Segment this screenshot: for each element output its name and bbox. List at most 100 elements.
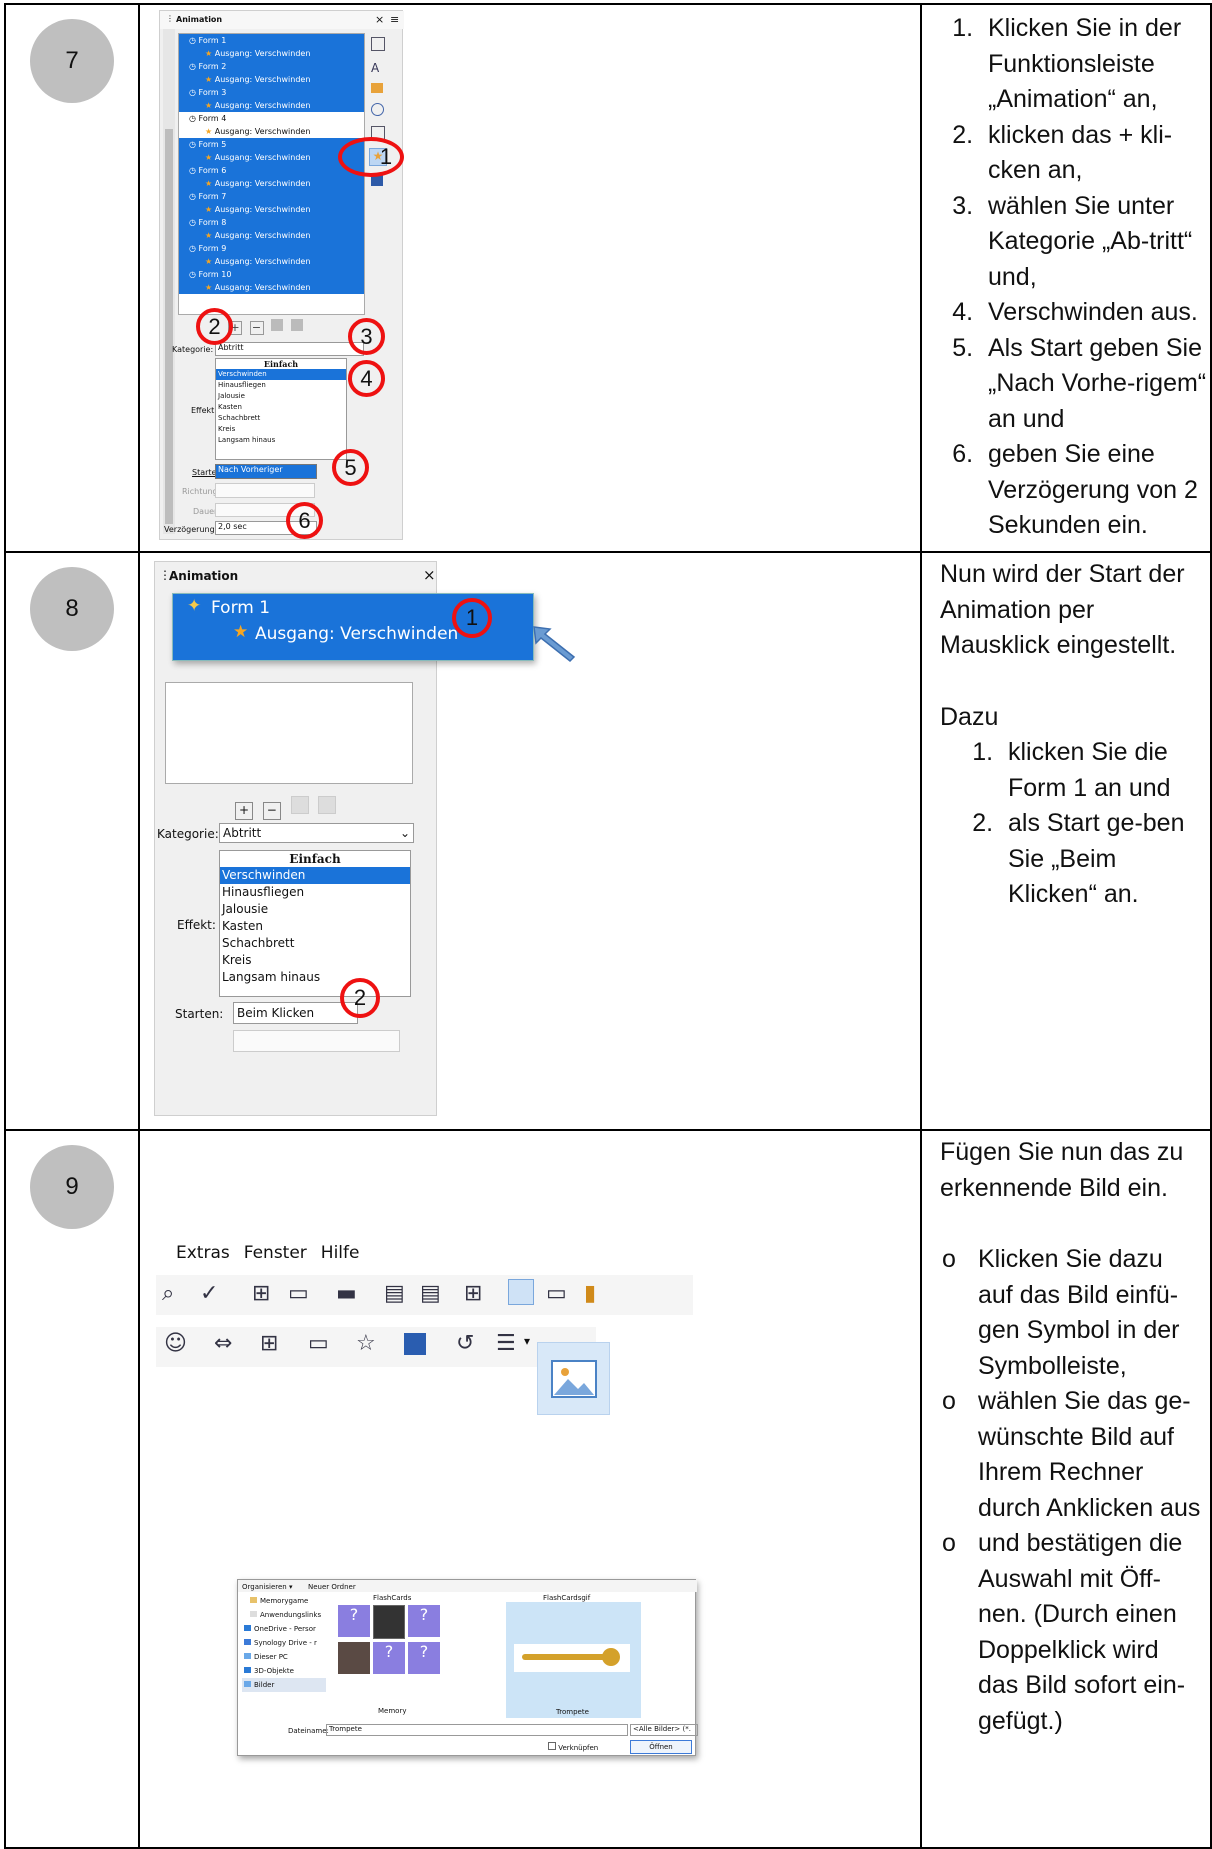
effekt-option[interactable]: Kasten [216,402,346,413]
folder-flashcards[interactable]: FlashCards [373,1594,411,1602]
starten-select[interactable]: Nach Vorheriger [215,464,317,479]
rotate-icon[interactable]: ↺ [456,1331,474,1356]
effekt-option[interactable]: Langsam hinaus [216,435,346,446]
effekt-option[interactable]: Schachbrett [220,935,410,952]
star-icon[interactable]: ☆ [356,1331,376,1356]
effekt-list[interactable]: Einfach Verschwinden Hinausfliegen Jalousi… [215,358,347,460]
insert-image-button-zoom[interactable] [537,1342,610,1415]
open-button[interactable]: Öffnen [630,1740,692,1754]
animation-list[interactable] [165,682,413,784]
animation-list-form[interactable]: ◷ Form 9 [179,242,364,255]
nav-item[interactable]: Dieser PC [242,1650,326,1664]
table-icon[interactable]: ⊞ [464,1281,482,1306]
new-folder-button[interactable]: Neuer Ordner [308,1583,356,1591]
effekt-option[interactable]: Verschwinden [216,369,346,380]
effekt-option[interactable]: Jalousie [216,391,346,402]
animation-list-form[interactable]: ◷ Form 1 [179,34,364,47]
link-checkbox[interactable]: Verknüpfen [548,1742,598,1752]
nav-item[interactable]: OneDrive - Persor [242,1622,326,1636]
effekt-option[interactable]: Kreis [216,424,346,435]
list-toolbar: + − [235,796,337,820]
callout-icon[interactable]: ▭ [308,1331,329,1356]
animation-list-effect[interactable]: ★ Ausgang: Verschwinden [179,47,364,60]
folder-flashcardsgif[interactable]: FlashCardsgif [543,1594,590,1602]
animation-list-form[interactable]: ◷ Form 6 [179,164,364,177]
effekt-option[interactable]: Schachbrett [216,413,346,424]
spelling-icon[interactable]: ✓ [200,1281,218,1306]
remove-effect-button[interactable]: − [262,802,281,820]
effekt-option[interactable]: Hinausfliegen [220,884,410,901]
animation-list[interactable]: ◷ Form 1 ★ Ausgang: Verschwinden ◷ Form 2 ★… [178,33,365,315]
nav-item[interactable]: Synology Drive - r [242,1636,326,1650]
scrollbar[interactable] [163,29,175,534]
effekt-option[interactable]: Kreis [220,952,410,969]
organize-button[interactable]: Organisieren ▾ [242,1583,292,1591]
animation-list-effect[interactable]: ★ Ausgang: Verschwinden [179,99,364,112]
effekt-option[interactable]: Kasten [220,918,410,935]
animation-list-form[interactable]: ◷ Form 3 [179,86,364,99]
smiley-icon[interactable]: ☺ [164,1331,187,1356]
effekt-option[interactable]: Hinausfliegen [216,380,346,391]
animation-list-effect[interactable]: ★ Ausgang: Verschwinden [179,255,364,268]
close-icon[interactable]: × [375,13,384,26]
kategorie-select[interactable]: Abtritt [215,342,364,356]
insert-image-icon[interactable] [508,1279,534,1305]
menu-item[interactable]: Fenster [244,1243,307,1263]
navigation-pane[interactable]: Memorygame Anwendungslinks OneDrive - Pers… [242,1594,326,1719]
chart-icon[interactable]: ▮ [584,1281,596,1306]
nav-item[interactable]: Anwendungslinks [242,1608,326,1622]
kategorie-select[interactable]: Abtritt ⌄ [219,823,414,843]
animation-list-effect[interactable]: ★ Ausgang: Verschwinden [179,73,364,86]
gallery-icon[interactable] [371,83,383,93]
animation-list-effect[interactable]: ★ Ausgang: Verschwinden [179,177,364,190]
animation-list-effect[interactable]: ★ Ausgang: Verschwinden [179,151,364,164]
effekt-option[interactable]: Langsam hinaus [220,969,410,986]
nav-item[interactable]: Bilder [242,1678,326,1692]
effekt-list[interactable]: Einfach Verschwinden Hinausfliegen Jalousi… [219,850,411,997]
slide-icon[interactable]: ▬ [336,1281,357,1306]
find-replace-icon[interactable]: ⌕ [162,1281,174,1306]
nav-item[interactable]: Memorygame [242,1594,326,1608]
animation-list-form[interactable]: ◷ Form 10 [179,268,364,281]
animation-list-form[interactable]: ◷ Form 5 [179,138,364,151]
start-presentation-icon[interactable]: ▤ [384,1281,405,1306]
menu-item[interactable]: Hilfe [321,1243,360,1263]
move-down-button[interactable] [318,796,337,814]
add-effect-button[interactable]: + [235,802,253,820]
animation-list-form[interactable]: ◷ Form 7 [179,190,364,203]
presentation-current-icon[interactable]: ▤ [420,1281,441,1306]
filename-input[interactable]: Trompete [326,1724,628,1736]
menu-icon[interactable]: ≡ [390,13,399,26]
trompete-thumbnail[interactable]: Trompete [506,1602,641,1718]
navigator-icon[interactable] [371,103,384,116]
folder-icon [250,1611,257,1617]
starten-select[interactable]: Beim Klicken [233,1002,358,1024]
nav-item[interactable]: 3D-Objekte [242,1664,326,1678]
animation-list-form[interactable]: ◷ Form 2 [179,60,364,73]
memory-thumbnail[interactable]: ? ? ? ? [338,1605,452,1705]
3d-object-icon[interactable] [404,1333,426,1355]
move-down-button[interactable] [290,319,303,331]
move-up-button[interactable] [290,796,309,814]
move-up-button[interactable] [271,319,283,331]
display-grid-icon[interactable]: ▭ [288,1281,309,1306]
filter-select[interactable]: <Alle Bilder> (*. [630,1724,698,1736]
media-icon[interactable]: ▭ [546,1281,567,1306]
effekt-option[interactable]: Jalousie [220,901,410,918]
animation-list-effect[interactable]: ★ Ausgang: Verschwinden [179,203,364,216]
align-icon[interactable]: ☰ [496,1331,516,1356]
animation-list-effect[interactable]: ★ Ausgang: Verschwinden [179,281,364,294]
flowchart-icon[interactable]: ⊞ [260,1331,278,1356]
grid-icon[interactable]: ⊞ [252,1281,270,1306]
styles-icon[interactable]: A [371,61,385,75]
animation-list-effect[interactable]: ★ Ausgang: Verschwinden [179,229,364,242]
double-arrow-icon[interactable]: ⇔ [214,1331,232,1356]
animation-list-form[interactable]: ◷ Form 4 [179,112,364,125]
remove-effect-button[interactable]: − [249,321,264,335]
effekt-option[interactable]: Verschwinden [220,867,410,884]
close-icon[interactable]: × [423,566,436,584]
menu-item[interactable]: Extras [176,1243,230,1263]
animation-list-form[interactable]: ◷ Form 8 [179,216,364,229]
animation-list-effect[interactable]: ★ Ausgang: Verschwinden [179,125,364,138]
properties-icon[interactable] [371,37,385,51]
